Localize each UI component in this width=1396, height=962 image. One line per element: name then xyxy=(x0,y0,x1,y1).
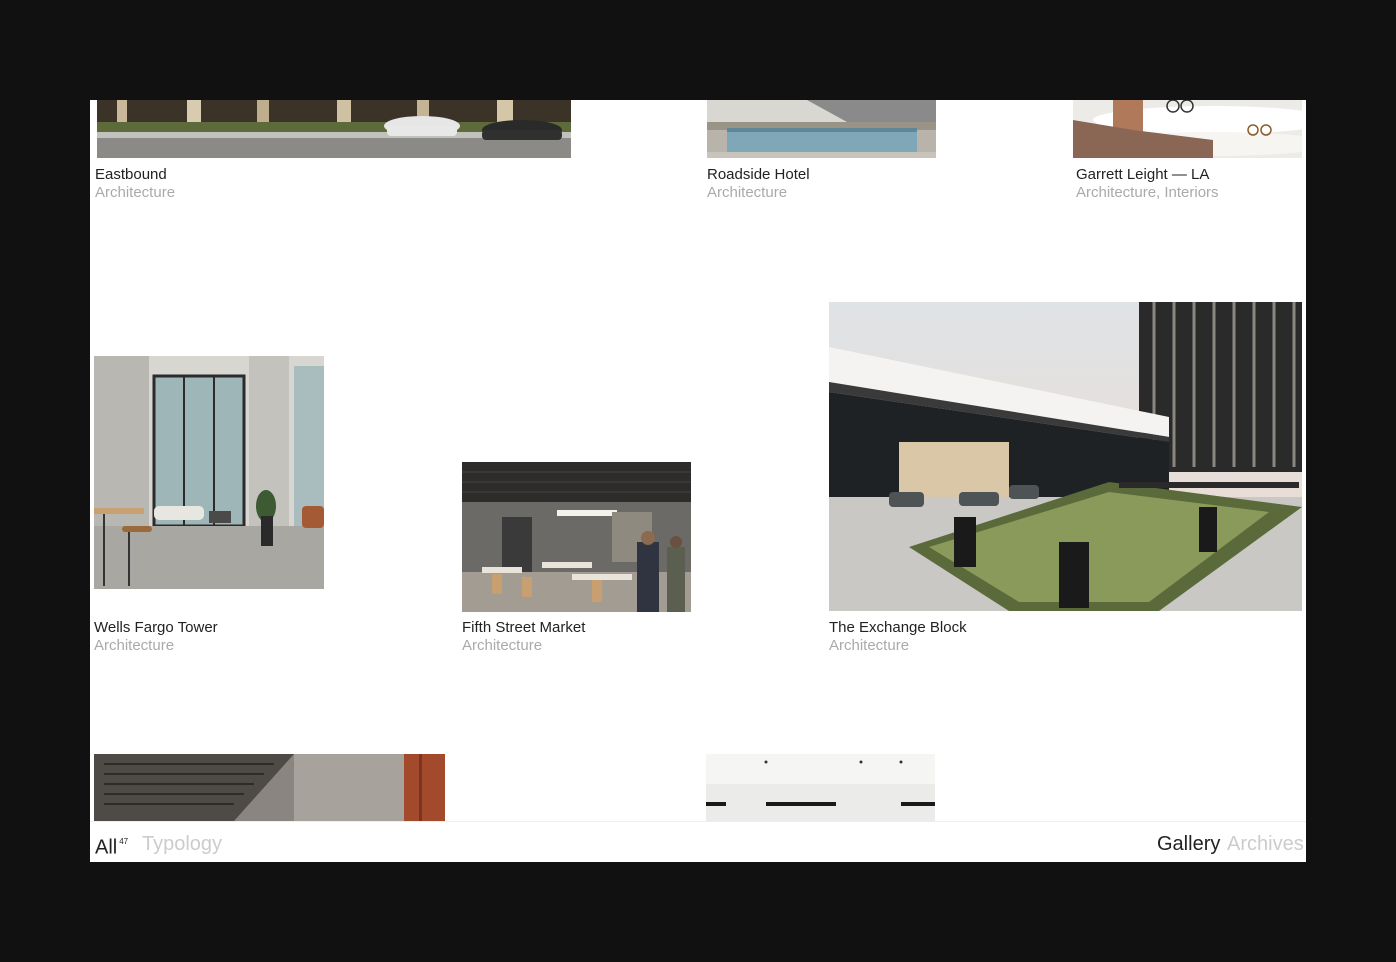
white-interior-image xyxy=(706,754,935,821)
project-category: Architecture xyxy=(707,184,788,201)
pool-image xyxy=(707,100,936,158)
street-building-image xyxy=(97,100,571,158)
filter-typology[interactable]: Typology xyxy=(142,832,222,856)
view-archives[interactable]: Archives xyxy=(1227,832,1304,856)
filter-all-label: All xyxy=(95,836,118,859)
food-hall-image xyxy=(462,462,691,612)
rooftop-terrace-image xyxy=(829,302,1302,611)
eyewear-display-image xyxy=(1073,100,1302,158)
project-thumbnail-fifth-street-market[interactable] xyxy=(462,462,691,612)
project-title[interactable]: Fifth Street Market xyxy=(462,619,585,637)
project-category: Architecture xyxy=(462,637,543,654)
project-thumbnail-row3-b[interactable] xyxy=(706,754,935,821)
project-category: Architecture, Interiors xyxy=(1076,184,1219,201)
project-thumbnail-row3-a[interactable] xyxy=(94,754,445,821)
project-thumbnail-garrett-leight[interactable] xyxy=(1073,100,1302,158)
lobby-image xyxy=(94,356,324,589)
project-title[interactable]: Wells Fargo Tower xyxy=(94,619,218,637)
project-thumbnail-roadside-hotel[interactable] xyxy=(707,100,936,158)
project-title[interactable]: Garrett Leight — LA xyxy=(1076,166,1209,184)
project-title[interactable]: Roadside Hotel xyxy=(707,166,810,184)
project-title[interactable]: The Exchange Block xyxy=(829,619,967,637)
concrete-ceiling-image xyxy=(94,754,445,821)
project-thumbnail-exchange-block[interactable] xyxy=(829,302,1302,611)
project-category: Architecture xyxy=(95,184,176,201)
project-thumbnail-wells-fargo-tower[interactable] xyxy=(94,356,324,589)
filter-all[interactable]: All 47 xyxy=(95,832,128,860)
project-count: 47 xyxy=(119,837,129,846)
project-thumbnail-eastbound[interactable] xyxy=(97,100,571,158)
view-gallery[interactable]: Gallery xyxy=(1157,832,1220,856)
project-category: Architecture xyxy=(94,637,175,654)
project-category: Architecture xyxy=(829,637,910,654)
gallery-page: Eastbound Architecture Roadside Hotel Ar… xyxy=(90,100,1306,862)
project-title[interactable]: Eastbound xyxy=(95,166,167,184)
bottom-navigation: All 47 Typology Gallery Archives xyxy=(90,821,1306,862)
